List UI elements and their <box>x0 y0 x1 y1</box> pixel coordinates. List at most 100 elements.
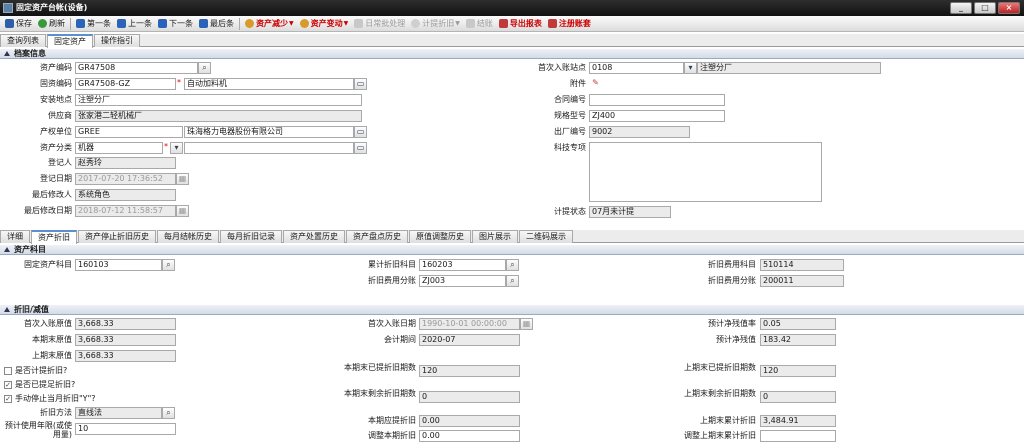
fixed-subject-field[interactable]: 160103 <box>75 259 162 271</box>
site-code-field[interactable]: 0108 <box>589 62 684 74</box>
paperclip-icon[interactable]: ✎ <box>589 78 602 90</box>
tab-monthly-dep[interactable]: 每月折旧记录 <box>220 230 282 243</box>
chevron-down-icon[interactable]: ▾ <box>170 142 183 154</box>
category-select[interactable]: 机器 <box>75 142 163 154</box>
search-icon[interactable]: ⌕ <box>198 62 211 74</box>
tab-query-list[interactable]: 查询列表 <box>0 34 46 47</box>
chevron-down-icon[interactable]: ▾ <box>684 62 697 74</box>
save-button[interactable]: 保存 <box>2 17 35 31</box>
section-depreciation-header[interactable]: 折旧/减值 <box>0 305 1024 315</box>
life-field[interactable]: 10 <box>75 423 176 435</box>
method-label: 折旧方法 <box>40 408 72 417</box>
section-subject-header[interactable]: 资产科目 <box>0 245 1024 255</box>
location-label: 安装地点 <box>40 95 72 104</box>
fixed-name-field[interactable]: 自动加料机 <box>184 78 354 90</box>
gear-icon <box>245 19 254 28</box>
browse-icon[interactable]: ▭ <box>354 126 367 138</box>
prev-value-label: 上期末原值 <box>32 351 72 360</box>
prev-record-button[interactable]: 上一条 <box>114 17 155 31</box>
cur-dep-field: 0.00 <box>419 415 520 427</box>
contract-field[interactable] <box>589 94 725 106</box>
end-months-field: 120 <box>419 365 520 377</box>
toolbar-separator <box>239 17 240 30</box>
accum-field[interactable]: 160203 <box>419 259 506 271</box>
refresh-button[interactable]: 刷新 <box>35 17 68 31</box>
next-record-button[interactable]: 下一条 <box>155 17 196 31</box>
browse-icon[interactable]: ▭ <box>354 78 367 90</box>
maximize-button[interactable]: □ <box>974 2 996 14</box>
refresh-icon <box>38 19 47 28</box>
first-value-label: 首次入账原值 <box>24 319 72 328</box>
required-marker: * <box>177 78 181 87</box>
asset-code-field[interactable]: GR47508 <box>75 62 198 74</box>
tab-inventory[interactable]: 资产盘点历史 <box>346 230 408 243</box>
minimize-button[interactable]: _ <box>950 2 972 14</box>
mod-date-field: 2018-07-12 11:58:57 <box>75 205 176 217</box>
export-report-button[interactable]: 导出报表 <box>496 17 545 31</box>
asset-change-button[interactable]: 资产变动 ▼ <box>297 17 352 31</box>
detail-tab-bar: 详细 资产折旧 资产停止折旧历史 每月结帐历史 每月折旧记录 资产处置历史 资产… <box>0 230 1024 244</box>
search-icon[interactable]: ⌕ <box>506 275 519 287</box>
owner-code-field[interactable]: GREE <box>75 126 183 138</box>
search-icon[interactable]: ⌕ <box>162 407 175 419</box>
end-remain-label: 本期末剩余折旧期数 <box>344 389 416 398</box>
first-record-button[interactable]: 第一条 <box>73 17 114 31</box>
registrar-label: 登记人 <box>48 158 72 167</box>
tab-monthly-settle[interactable]: 每月结帐历史 <box>157 230 219 243</box>
tab-detail[interactable]: 详细 <box>0 230 30 243</box>
model-field[interactable]: ZJ400 <box>589 110 725 122</box>
location-field[interactable]: 注塑分厂 <box>75 94 362 106</box>
chevron-down-icon: ▼ <box>343 20 349 27</box>
calendar-icon[interactable]: ▦ <box>176 205 189 217</box>
tab-qrcode[interactable]: 二维码展示 <box>519 230 573 243</box>
cancel-account-button[interactable]: 注册账套 <box>545 17 594 31</box>
daily-batch-button[interactable]: 日常批处理 <box>351 17 408 31</box>
settle-button[interactable]: 结账 <box>463 17 496 31</box>
adj-prev-field[interactable] <box>760 430 836 442</box>
category-label: 资产分类 <box>40 143 72 152</box>
section-archive-header[interactable]: 档案信息 <box>0 49 1024 59</box>
tab-depreciation[interactable]: 资产折旧 <box>31 230 77 244</box>
tab-stop-history[interactable]: 资产停止折旧历史 <box>78 230 156 243</box>
manual-stop-label: 手动停止当月折旧"Y"? <box>15 394 96 403</box>
category-detail-field[interactable] <box>184 142 354 154</box>
mod-date-label: 最后修改日期 <box>24 206 72 215</box>
tech-textarea[interactable] <box>589 142 822 202</box>
has-dep-checkbox[interactable]: ✓ <box>4 381 12 389</box>
tab-images[interactable]: 图片展示 <box>472 230 518 243</box>
top-tab-bar: 查询列表 固定资产 操作指引 <box>0 34 1024 48</box>
cancel-icon <box>547 19 557 28</box>
calendar-icon[interactable]: ▦ <box>520 318 533 330</box>
fixed-subject-label: 固定资产科目 <box>24 260 72 269</box>
tab-guide[interactable]: 操作指引 <box>94 34 140 47</box>
depreciate-button[interactable]: 计提折旧 ▼ <box>408 17 463 31</box>
tab-value-adjust[interactable]: 原值调整历史 <box>409 230 471 243</box>
collapse-icon <box>4 51 10 56</box>
fixed-code-field[interactable]: GR47508-GZ <box>75 78 176 90</box>
first-icon <box>76 19 85 28</box>
last-record-button[interactable]: 最后条 <box>196 17 237 31</box>
calendar-icon[interactable]: ▦ <box>176 173 189 185</box>
first-date-field: 1990-10-01 00:00:00 <box>419 318 520 330</box>
manual-stop-checkbox[interactable]: ✓ <box>4 395 12 403</box>
supplier-field: 张家港二轻机械厂 <box>75 110 362 122</box>
search-icon[interactable]: ⌕ <box>162 259 175 271</box>
site-name-field: 注塑分厂 <box>697 62 881 74</box>
prev-remain-field: 0 <box>760 391 836 403</box>
life-label: 预计使用年限(或使用量) <box>4 421 72 439</box>
search-icon[interactable]: ⌕ <box>506 259 519 271</box>
dep-split-field[interactable]: ZJ003 <box>419 275 506 287</box>
period-label: 会计期间 <box>384 335 416 344</box>
batch-icon <box>354 19 364 28</box>
adj-dep-field[interactable]: 0.00 <box>419 430 520 442</box>
tab-fixed-assets[interactable]: 固定资产 <box>47 34 93 48</box>
owner-name-field[interactable]: 珠海格力电器股份有限公司 <box>184 126 354 138</box>
modifier-field: 系统角色 <box>75 189 176 201</box>
gear-icon <box>299 19 309 28</box>
no-dep-checkbox[interactable] <box>4 367 12 375</box>
asset-decrease-button[interactable]: 资产减少 ▼ <box>242 17 297 31</box>
tab-disposal[interactable]: 资产处置历史 <box>283 230 345 243</box>
prev-months-field: 120 <box>760 365 836 377</box>
close-button[interactable]: × <box>998 2 1020 14</box>
browse-icon[interactable]: ▭ <box>354 142 367 154</box>
